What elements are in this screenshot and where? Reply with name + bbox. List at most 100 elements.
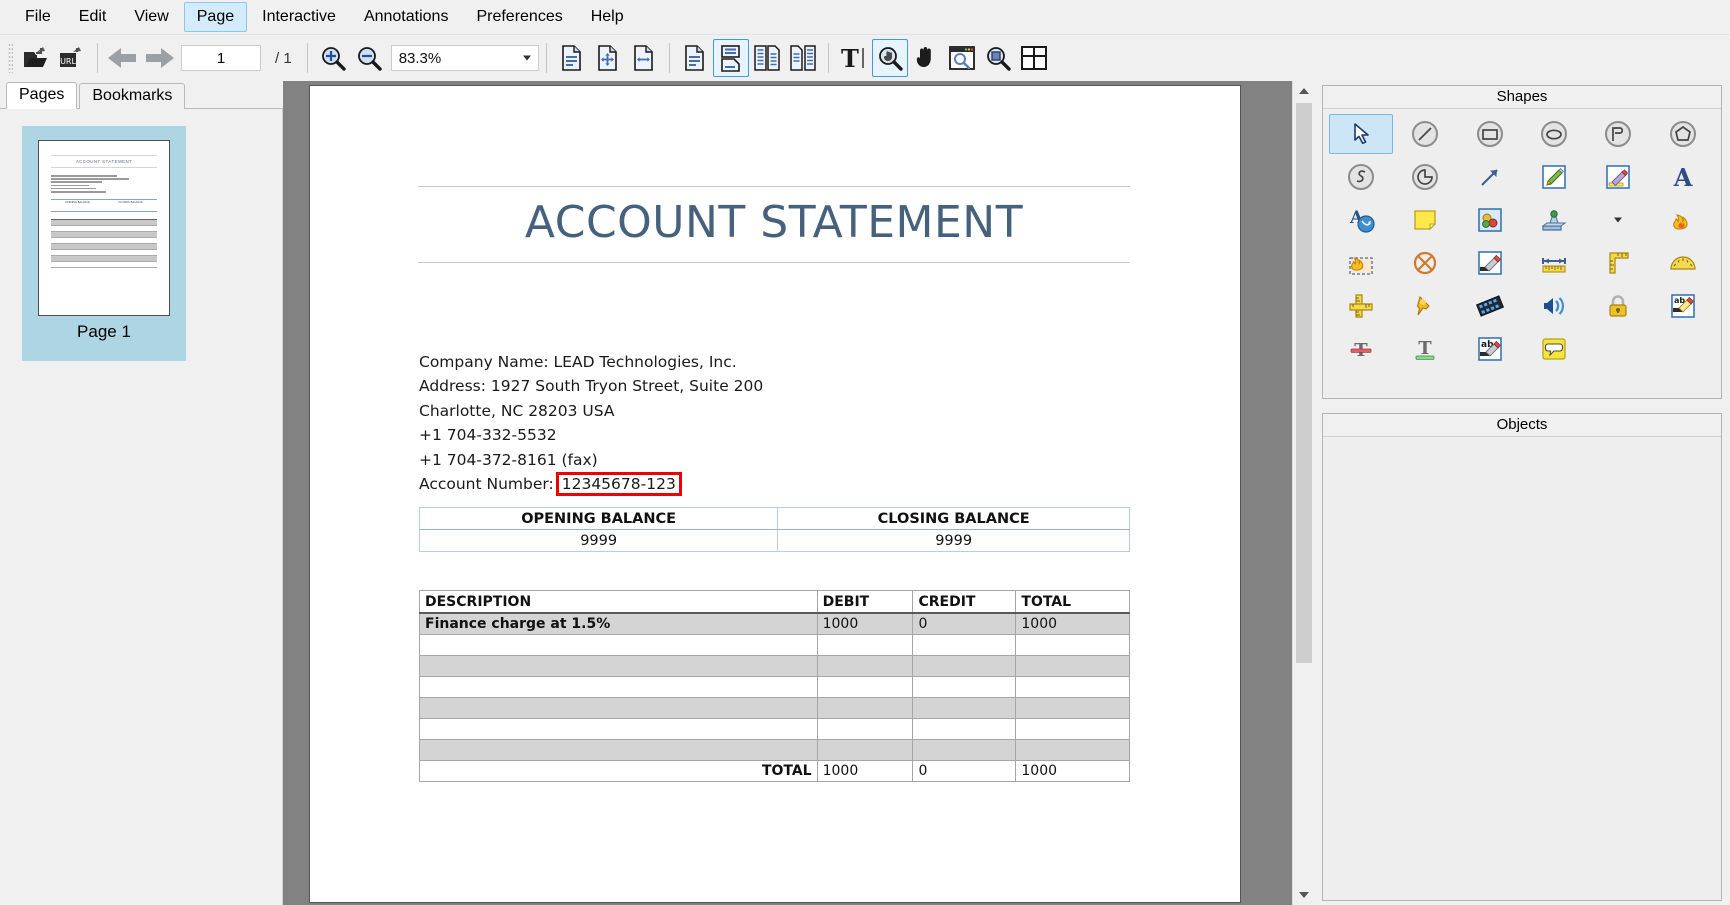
main-toolbar: URL 1 / 1 bbox=[0, 34, 1730, 81]
fit-actual-size-icon[interactable] bbox=[590, 39, 626, 77]
thumbnail-transactions-table bbox=[51, 219, 157, 268]
redact-annotation-icon[interactable] bbox=[1393, 243, 1457, 283]
select-pointer-icon[interactable] bbox=[1329, 114, 1393, 154]
shapes-grid: A A bbox=[1323, 109, 1721, 369]
scroll-up-button[interactable] bbox=[1293, 81, 1315, 101]
fit-page-icon[interactable] bbox=[554, 39, 590, 77]
stamp-dropdown-icon[interactable] bbox=[1586, 200, 1650, 240]
tx-cell-credit bbox=[913, 656, 1016, 677]
tab-pages[interactable]: Pages bbox=[6, 82, 77, 109]
menu-item-edit[interactable]: Edit bbox=[66, 2, 120, 32]
scrollbar-thumb[interactable] bbox=[1296, 103, 1312, 663]
objects-panel-body[interactable] bbox=[1323, 436, 1721, 900]
tx-total-total: 1000 bbox=[1016, 761, 1130, 782]
table-row bbox=[420, 740, 1130, 761]
menu-item-view[interactable]: View bbox=[121, 2, 181, 32]
pencil-annotation-icon[interactable] bbox=[1522, 157, 1586, 197]
previous-page-icon[interactable] bbox=[105, 39, 141, 77]
tx-cell-description bbox=[420, 740, 818, 761]
pages-thumbnail-pane[interactable]: ACCOUNT STATEMENT OPENING BALANCE CLOSIN… bbox=[0, 109, 283, 905]
pie-shape-icon[interactable] bbox=[1393, 157, 1457, 197]
callout-annotation-icon[interactable] bbox=[1522, 329, 1586, 369]
rectangle-shape-icon[interactable] bbox=[1458, 114, 1522, 154]
single-page-icon[interactable] bbox=[677, 39, 713, 77]
text-rollover-annotation-icon[interactable]: A bbox=[1329, 200, 1393, 240]
balance-header-closing: CLOSING BALANCE bbox=[778, 508, 1130, 530]
balance-table: OPENING BALANCE CLOSING BALANCE 9999 999… bbox=[419, 507, 1130, 552]
text-letter-annotation-icon[interactable]: A bbox=[1651, 157, 1715, 197]
distance-ruler-icon[interactable] bbox=[1522, 243, 1586, 283]
perimeter-ruler-icon[interactable] bbox=[1586, 243, 1650, 283]
menu-item-help[interactable]: Help bbox=[578, 2, 637, 32]
thumbnail-balance-closing: CLOSING BALANCE bbox=[104, 200, 157, 211]
grid-view-icon[interactable] bbox=[1016, 39, 1052, 77]
continuous-page-icon[interactable] bbox=[713, 39, 749, 77]
chevron-down-icon[interactable] bbox=[523, 56, 531, 61]
menu-item-preferences[interactable]: Preferences bbox=[463, 2, 575, 32]
film-media-annotation-icon[interactable] bbox=[1458, 286, 1522, 326]
sticky-note-annotation-icon[interactable] bbox=[1393, 200, 1457, 240]
text-edit-annotation-icon[interactable]: ab bbox=[1651, 286, 1715, 326]
flame-select-annotation-icon[interactable] bbox=[1329, 243, 1393, 283]
document-vertical-scrollbar[interactable] bbox=[1292, 81, 1315, 905]
menu-item-annotations[interactable]: Annotations bbox=[351, 2, 462, 32]
menu-item-page[interactable]: Page bbox=[184, 2, 247, 32]
freehand-shape-icon[interactable] bbox=[1329, 157, 1393, 197]
table-row bbox=[420, 719, 1130, 740]
arrow-shape-icon[interactable] bbox=[1458, 157, 1522, 197]
open-file-icon[interactable] bbox=[18, 39, 54, 77]
zoom-window-tool-icon[interactable] bbox=[944, 39, 980, 77]
polyline-shape-icon[interactable] bbox=[1586, 114, 1650, 154]
polygon-shape-icon[interactable] bbox=[1651, 114, 1715, 154]
toolbar-grip[interactable] bbox=[8, 43, 13, 73]
audio-annotation-icon[interactable] bbox=[1522, 286, 1586, 326]
tx-cell-total: 1000 bbox=[1016, 613, 1130, 635]
text-select-tool-icon[interactable]: T bbox=[836, 39, 872, 77]
document-page[interactable]: ACCOUNT STATEMENT Company Name: LEAD Tec… bbox=[310, 86, 1240, 902]
open-url-icon[interactable]: URL bbox=[54, 39, 90, 77]
eraser-annotation-icon[interactable] bbox=[1458, 243, 1522, 283]
cover-page-icon[interactable] bbox=[785, 39, 821, 77]
line-shape-icon[interactable] bbox=[1393, 114, 1457, 154]
replace-text-icon[interactable]: ab bbox=[1458, 329, 1522, 369]
tx-cell-total bbox=[1016, 656, 1130, 677]
account-number-line: Account Number:12345678-123 bbox=[419, 472, 1019, 496]
zoom-level-combobox[interactable]: 83.3% bbox=[391, 45, 539, 71]
company-name-line: Company Name: LEAD Technologies, Inc. bbox=[419, 350, 1019, 374]
area-ruler-icon[interactable] bbox=[1329, 286, 1393, 326]
flame-annotation-icon[interactable] bbox=[1651, 200, 1715, 240]
thumbnail-balance-opening: OPENING BALANCE bbox=[51, 200, 104, 211]
strikeout-text-icon[interactable]: T bbox=[1329, 329, 1393, 369]
chevron-down-icon[interactable] bbox=[1614, 218, 1622, 223]
document-viewport[interactable]: ACCOUNT STATEMENT Company Name: LEAD Tec… bbox=[283, 81, 1292, 905]
stamp-annotation-icon[interactable] bbox=[1458, 200, 1522, 240]
tab-bookmarks[interactable]: Bookmarks bbox=[79, 83, 185, 109]
page-number-input[interactable]: 1 bbox=[181, 45, 261, 71]
pushpin-annotation-icon[interactable] bbox=[1393, 286, 1457, 326]
tx-cell-description bbox=[420, 677, 818, 698]
account-number-highlight[interactable]: 12345678-123 bbox=[556, 472, 682, 496]
menu-item-file[interactable]: File bbox=[12, 2, 64, 32]
underline-text-icon[interactable]: T bbox=[1393, 329, 1457, 369]
balance-value-opening: 9999 bbox=[420, 530, 778, 552]
tx-cell-debit bbox=[817, 656, 913, 677]
protractor-tool-icon[interactable] bbox=[1651, 243, 1715, 283]
ellipse-shape-icon[interactable] bbox=[1522, 114, 1586, 154]
zoom-area-tool-icon[interactable] bbox=[980, 39, 1016, 77]
next-page-icon[interactable] bbox=[141, 39, 177, 77]
tx-total-debit: 1000 bbox=[817, 761, 913, 782]
lock-annotation-icon[interactable] bbox=[1586, 286, 1650, 326]
pan-hand-tool-icon[interactable] bbox=[908, 39, 944, 77]
tx-cell-debit bbox=[817, 635, 913, 656]
caret-up-icon bbox=[1299, 88, 1309, 94]
zoom-in-icon[interactable] bbox=[315, 39, 351, 77]
menu-item-interactive[interactable]: Interactive bbox=[249, 2, 349, 32]
zoom-out-icon[interactable] bbox=[351, 39, 387, 77]
magnifier-tool-icon[interactable] bbox=[872, 39, 908, 77]
scroll-down-button[interactable] bbox=[1293, 885, 1315, 905]
highlighter-annotation-icon[interactable] bbox=[1586, 157, 1650, 197]
rubber-stamp-annotation-icon[interactable] bbox=[1522, 200, 1586, 240]
page-thumbnail-item[interactable]: ACCOUNT STATEMENT OPENING BALANCE CLOSIN… bbox=[22, 126, 186, 361]
two-page-icon[interactable] bbox=[749, 39, 785, 77]
fit-width-icon[interactable] bbox=[626, 39, 662, 77]
